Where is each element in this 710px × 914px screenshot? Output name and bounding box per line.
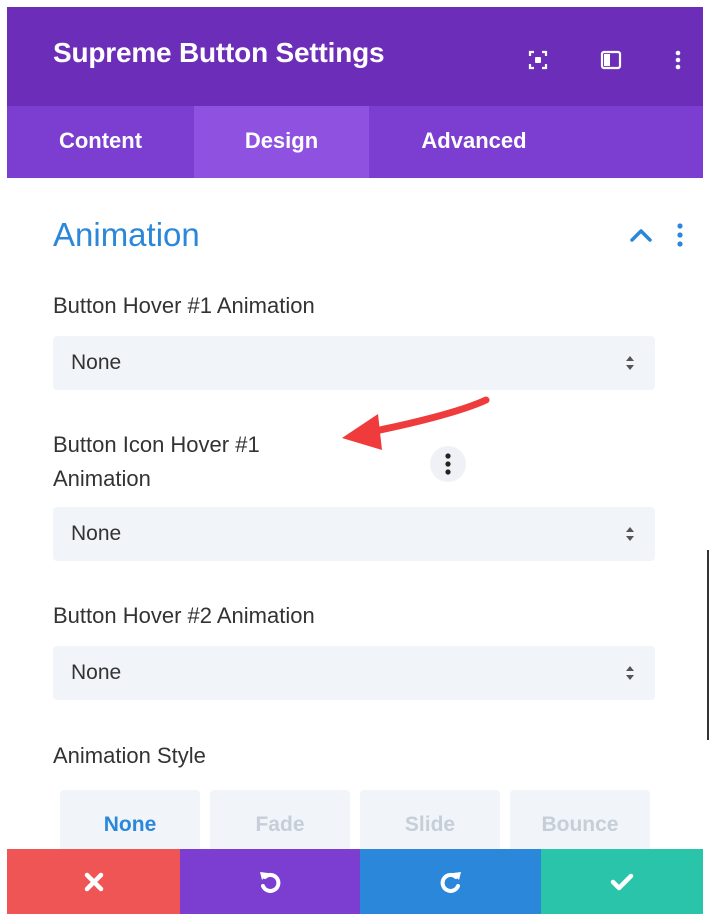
style-option-fade[interactable]: Fade	[210, 790, 350, 854]
field-label-hover1: Button Hover #1 Animation	[53, 293, 315, 318]
select-arrows-icon	[626, 527, 634, 541]
style-option-slide[interactable]: Slide	[360, 790, 500, 854]
undo-icon	[260, 871, 281, 893]
style-option-bounce[interactable]: Bounce	[510, 790, 650, 854]
section-more-icon[interactable]	[674, 222, 686, 248]
field-label-hover2: Button Hover #2 Animation	[53, 603, 315, 628]
animation-style-label: Animation Style	[53, 743, 206, 768]
select-icon-hover1-animation[interactable]: None	[53, 507, 655, 561]
redo-button[interactable]	[360, 849, 541, 914]
annotation-arrow	[342, 396, 490, 450]
modal-header: Supreme Button Settings	[7, 7, 703, 106]
scrollbar[interactable]	[707, 550, 709, 740]
focus-icon[interactable]	[527, 49, 549, 71]
discard-button[interactable]	[7, 849, 180, 914]
tab-content[interactable]: Content	[7, 106, 194, 178]
split-layout-icon[interactable]	[600, 49, 622, 71]
redo-icon	[440, 871, 461, 893]
modal-footer	[7, 849, 703, 914]
field-label-line1: Button Icon Hover #1	[53, 432, 260, 457]
tab-advanced[interactable]: Advanced	[369, 106, 579, 178]
close-icon	[84, 872, 103, 891]
select-hover2-animation[interactable]: None	[53, 646, 655, 700]
more-vertical-icon[interactable]	[667, 49, 689, 71]
modal-title: Supreme Button Settings	[53, 37, 385, 68]
chevron-up-icon[interactable]	[628, 224, 654, 246]
animation-style-options: None Fade Slide Bounce	[60, 790, 654, 854]
select-value: None	[71, 351, 122, 374]
check-icon	[610, 873, 634, 890]
select-value: None	[71, 522, 122, 545]
select-hover1-animation[interactable]: None	[53, 336, 655, 390]
tab-bar: Content Design Advanced	[7, 106, 703, 178]
field-label-line2: Animation	[53, 466, 151, 491]
section-title[interactable]: Animation	[53, 216, 200, 254]
field-label-icon-hover1: Button Icon Hover #1 Animation	[53, 428, 260, 496]
save-button[interactable]	[541, 849, 703, 914]
select-arrows-icon	[626, 666, 634, 680]
style-option-none[interactable]: None	[60, 790, 200, 854]
select-value: None	[71, 661, 122, 684]
tab-design[interactable]: Design	[194, 106, 369, 178]
undo-button[interactable]	[180, 849, 360, 914]
select-arrows-icon	[626, 356, 634, 370]
